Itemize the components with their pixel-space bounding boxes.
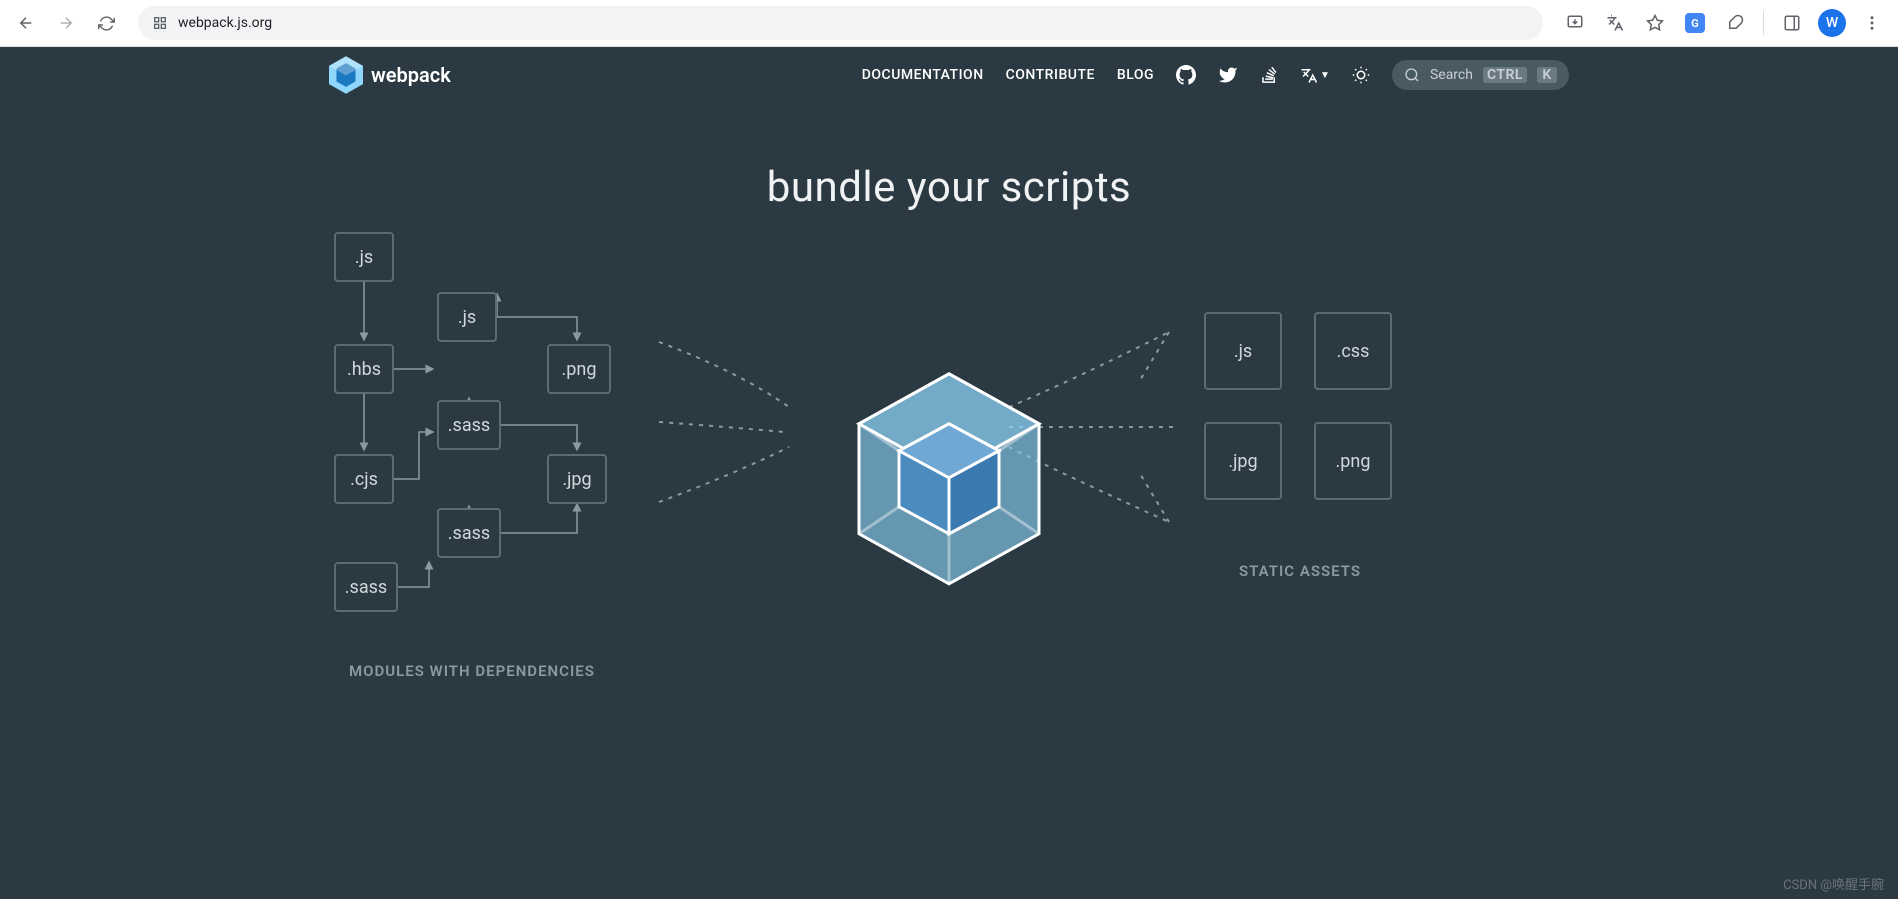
nav-blog[interactable]: BLOG — [1117, 67, 1154, 83]
modules-label: MODULES WITH DEPENDENCIES — [349, 662, 595, 680]
site-settings-icon — [152, 15, 168, 31]
reload-button[interactable] — [90, 7, 122, 39]
static-asset-box: .js — [1204, 312, 1282, 390]
brand-text: webpack — [371, 63, 451, 87]
module-box: .jpg — [547, 454, 607, 504]
webpack-cube-icon — [849, 369, 1049, 593]
url-text: webpack.js.org — [178, 15, 272, 31]
static-label: STATIC ASSETS — [1239, 562, 1361, 580]
github-icon[interactable] — [1176, 65, 1196, 85]
module-box: .cjs — [334, 454, 394, 504]
chrome-divider — [1763, 11, 1764, 35]
theme-toggle-icon[interactable] — [1352, 66, 1370, 84]
static-asset-box: .jpg — [1204, 422, 1282, 500]
browser-chrome: webpack.js.org G W — [0, 0, 1898, 47]
module-box: .sass — [437, 400, 501, 450]
search-label: Search — [1430, 67, 1473, 83]
module-box: .png — [547, 344, 611, 394]
bookmark-icon[interactable] — [1639, 7, 1671, 39]
twitter-icon[interactable] — [1218, 65, 1238, 85]
back-button[interactable] — [10, 7, 42, 39]
webpack-logo-icon — [329, 56, 363, 94]
search-icon — [1404, 67, 1420, 83]
module-box: .sass — [437, 508, 501, 558]
url-bar[interactable]: webpack.js.org — [138, 6, 1543, 40]
module-box: .hbs — [334, 344, 394, 394]
profile-avatar[interactable]: W — [1816, 7, 1848, 39]
hero-title: bundle your scripts — [0, 163, 1898, 212]
search-box[interactable]: Search CTRL K — [1392, 60, 1569, 90]
diagram: .js .js .hbs .png .sass .cjs .jpg .sass .sass .j… — [309, 232, 1589, 752]
nav-documentation[interactable]: DOCUMENTATION — [862, 67, 984, 83]
static-asset-box: .css — [1314, 312, 1392, 390]
module-box: .js — [437, 292, 497, 342]
watermark: CSDN @唤醒手腕 — [1783, 874, 1884, 893]
stackoverflow-icon[interactable] — [1260, 65, 1278, 85]
logo[interactable]: webpack — [329, 56, 451, 94]
hero: bundle your scripts — [0, 103, 1898, 212]
extensions-icon[interactable] — [1719, 7, 1751, 39]
page-content: webpack DOCUMENTATION CONTRIBUTE BLOG ▼ … — [0, 47, 1898, 899]
language-icon[interactable]: ▼ — [1300, 66, 1330, 84]
extension-badge[interactable]: G — [1679, 7, 1711, 39]
module-box: .sass — [334, 562, 398, 612]
install-app-icon[interactable] — [1559, 7, 1591, 39]
module-box: .js — [334, 232, 394, 282]
sidepanel-icon[interactable] — [1776, 7, 1808, 39]
forward-button[interactable] — [50, 7, 82, 39]
search-kbd-k: K — [1537, 67, 1557, 83]
static-asset-box: .png — [1314, 422, 1392, 500]
translate-icon[interactable] — [1599, 7, 1631, 39]
search-kbd-ctrl: CTRL — [1483, 67, 1527, 83]
menu-icon[interactable] — [1856, 7, 1888, 39]
site-navbar: webpack DOCUMENTATION CONTRIBUTE BLOG ▼ … — [309, 47, 1589, 103]
nav-contribute[interactable]: CONTRIBUTE — [1006, 67, 1095, 83]
